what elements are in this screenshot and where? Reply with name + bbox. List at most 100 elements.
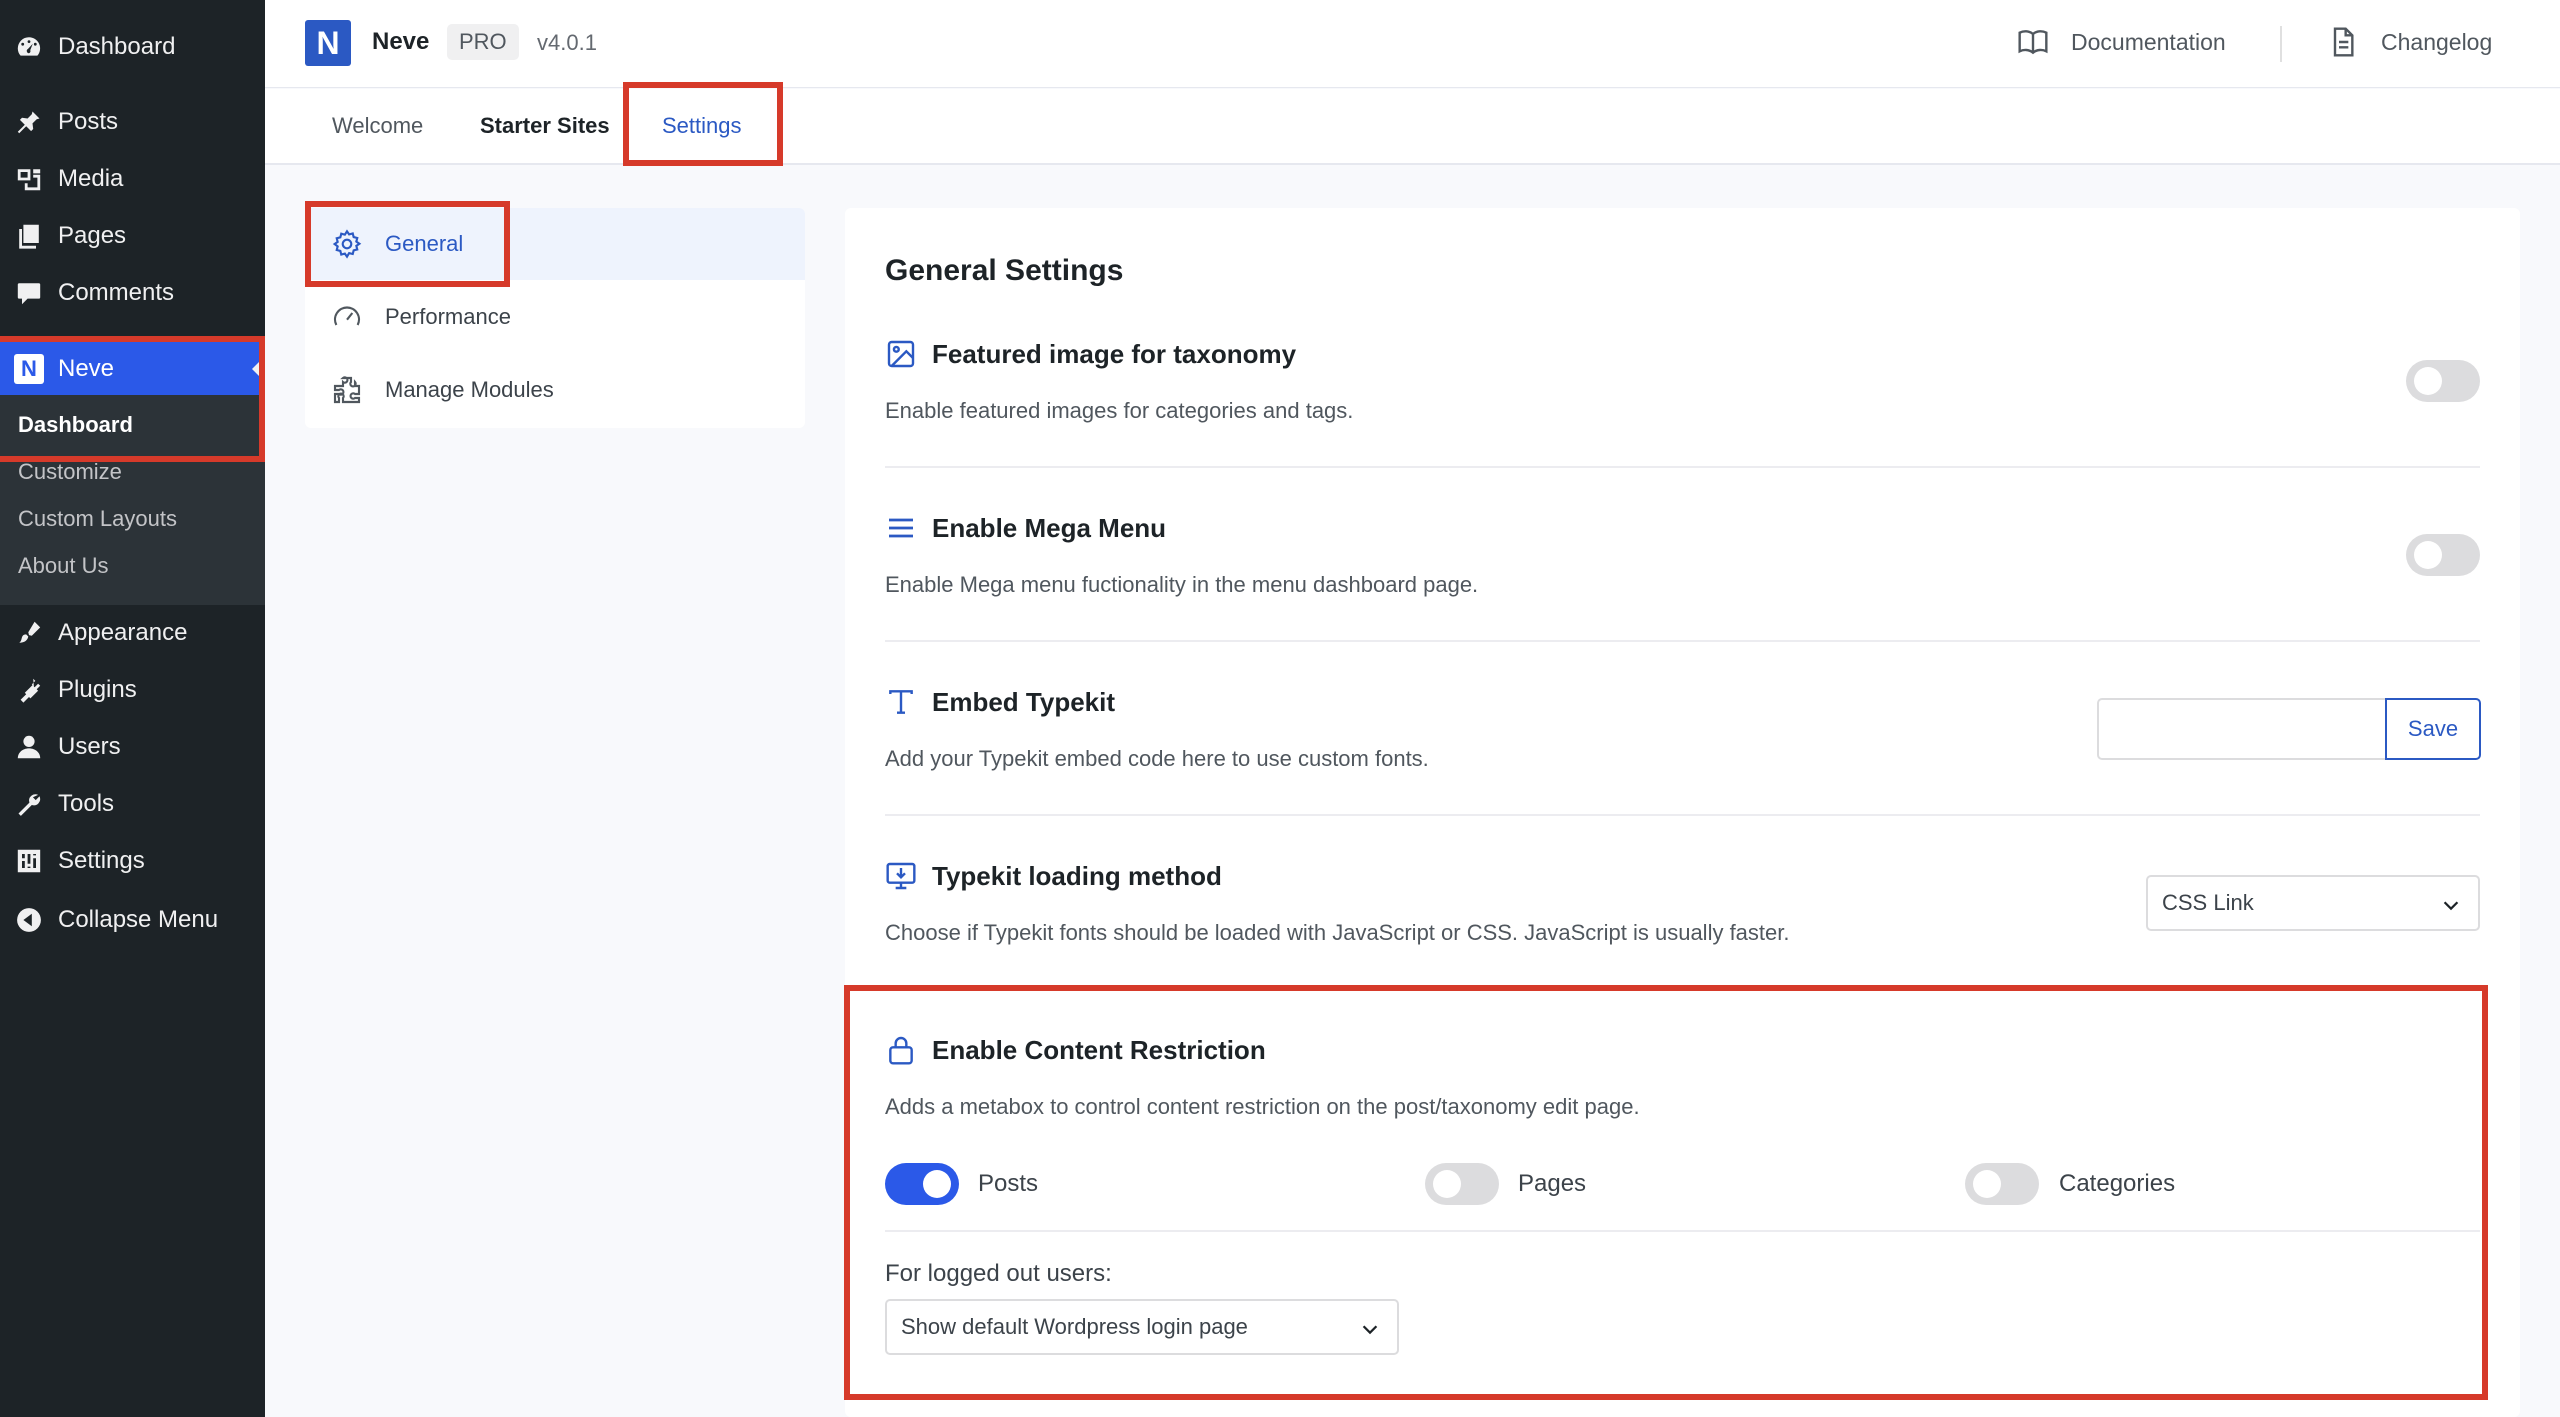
- tab-starter-sites[interactable]: Starter Sites: [480, 113, 610, 139]
- menu-appearance-label: Appearance: [58, 618, 188, 646]
- option-featured-image-desc: Enable featured images for categories an…: [885, 398, 1354, 423]
- option-typekit-title: Embed Typekit: [885, 686, 1115, 718]
- dashboard-tabs: Welcome Starter Sites Settings: [265, 89, 2560, 165]
- submenu-customize[interactable]: Customize: [0, 448, 265, 495]
- documentation-label: Documentation: [2071, 28, 2226, 55]
- brush-icon: [14, 618, 44, 648]
- general-settings-panel: General Settings Featured image for taxo…: [845, 208, 2520, 1417]
- gear-icon: [332, 229, 362, 259]
- monitor-download-icon: [886, 862, 916, 890]
- tab-settings[interactable]: Settings: [662, 113, 742, 139]
- toggle-knob: [1973, 1170, 2001, 1198]
- panel-title: General Settings: [885, 254, 1124, 287]
- menu-users[interactable]: Users: [0, 718, 265, 775]
- neve-header: N Neve PRO v4.0.1 Documentation Changelo…: [265, 0, 2560, 88]
- menu-posts-label: Posts: [58, 107, 119, 135]
- chevron-down-icon: [2443, 901, 2459, 911]
- media-icon: [14, 164, 44, 194]
- restrict-posts-toggle[interactable]: [885, 1163, 959, 1205]
- settings-nav-performance-label: Performance: [385, 304, 511, 329]
- settings-nav-performance[interactable]: Performance: [305, 281, 805, 353]
- neve-logo-icon: N: [14, 353, 44, 384]
- featured-image-toggle[interactable]: [2406, 360, 2480, 402]
- collapse-icon: [14, 905, 44, 935]
- dashboard-icon: [14, 32, 44, 62]
- pages-icon: [14, 221, 44, 251]
- restrict-posts-label: Posts: [978, 1170, 1039, 1197]
- logged-out-behavior-select[interactable]: Show default Wordpress login page: [885, 1299, 1399, 1355]
- option-typekit-desc: Add your Typekit embed code here to use …: [885, 746, 1429, 771]
- divider: [885, 640, 2480, 642]
- book-icon: [2018, 30, 2048, 55]
- neve-submenu: Dashboard Customize Custom Layouts About…: [0, 395, 265, 605]
- admin-sidebar: Dashboard Posts Media Pages Comments N N…: [0, 0, 265, 1417]
- restrict-categories-toggle[interactable]: [1965, 1163, 2039, 1205]
- settings-nav-manage-modules-label: Manage Modules: [385, 377, 554, 402]
- menu-tools-label: Tools: [58, 789, 115, 817]
- menu-posts[interactable]: Posts: [0, 93, 265, 150]
- neve-logo: N: [305, 20, 351, 66]
- divider: [885, 814, 2480, 816]
- option-mega-menu-desc: Enable Mega menu fuctionality in the men…: [885, 572, 1479, 597]
- lock-icon: [889, 1036, 913, 1065]
- menu-lines-icon: [889, 518, 913, 538]
- logged-out-users-label: For logged out users:: [885, 1260, 1112, 1287]
- gauge-icon: [333, 306, 361, 326]
- submenu-custom-layouts[interactable]: Custom Layouts: [0, 495, 265, 542]
- menu-neve-label: Neve: [58, 354, 115, 382]
- submenu-dashboard[interactable]: Dashboard: [0, 401, 265, 448]
- changelog-label: Changelog: [2381, 28, 2493, 55]
- user-icon: [14, 732, 44, 762]
- current-menu-arrow-icon: [252, 362, 259, 376]
- option-mega-menu-title: Enable Mega Menu: [885, 512, 1166, 544]
- toggle-knob: [923, 1170, 951, 1198]
- menu-dashboard[interactable]: Dashboard: [0, 18, 265, 75]
- restrict-categories-label: Categories: [2059, 1170, 2176, 1197]
- toggle-knob: [2414, 541, 2442, 569]
- settings-nav-general[interactable]: General: [305, 208, 805, 280]
- toggle-knob: [2414, 367, 2442, 395]
- changelog-link[interactable]: Changelog: [2327, 26, 2492, 58]
- pro-badge: PRO: [447, 24, 519, 60]
- menu-comments[interactable]: Comments: [0, 264, 265, 321]
- typekit-save-button[interactable]: Save: [2385, 698, 2481, 760]
- typekit-code-input[interactable]: [2097, 698, 2387, 760]
- option-content-restriction-desc: Adds a metabox to control content restri…: [885, 1094, 1640, 1119]
- restrict-pages-toggle[interactable]: [1425, 1163, 1499, 1205]
- option-content-restriction-title: Enable Content Restriction: [885, 1034, 1266, 1066]
- divider: [885, 1230, 2480, 1232]
- typekit-loading-selected: CSS Link: [2162, 890, 2254, 915]
- menu-plugins-label: Plugins: [58, 675, 137, 703]
- header-divider: [2280, 26, 2282, 62]
- plug-icon: [14, 675, 44, 705]
- image-icon: [887, 340, 915, 368]
- submenu-about-us[interactable]: About Us: [0, 542, 265, 589]
- documentation-link[interactable]: Documentation: [2017, 26, 2226, 58]
- option-typekit-loading-title: Typekit loading method: [885, 860, 1222, 892]
- settings-nav: General Performance Manage Modules: [305, 208, 805, 428]
- text-type-icon: [889, 690, 913, 714]
- restrict-pages-label: Pages: [1518, 1170, 1587, 1197]
- menu-plugins[interactable]: Plugins: [0, 661, 265, 718]
- menu-collapse-label: Collapse Menu: [58, 905, 219, 933]
- typekit-loading-select[interactable]: CSS Link: [2146, 875, 2480, 931]
- menu-media-label: Media: [58, 164, 124, 192]
- tab-welcome[interactable]: Welcome: [332, 113, 423, 139]
- menu-pages[interactable]: Pages: [0, 207, 265, 264]
- chevron-down-icon: [1362, 1325, 1378, 1335]
- menu-tools[interactable]: Tools: [0, 775, 265, 832]
- version-label: v4.0.1: [537, 30, 597, 55]
- divider: [885, 466, 2480, 468]
- brand-name: Neve: [372, 28, 430, 55]
- menu-media[interactable]: Media: [0, 150, 265, 207]
- menu-settings[interactable]: Settings: [0, 832, 265, 889]
- menu-collapse[interactable]: Collapse Menu: [0, 891, 265, 948]
- mega-menu-toggle[interactable]: [2406, 534, 2480, 576]
- menu-appearance[interactable]: Appearance: [0, 604, 265, 661]
- menu-comments-label: Comments: [58, 278, 175, 306]
- menu-neve[interactable]: N Neve: [0, 340, 265, 397]
- settings-nav-manage-modules[interactable]: Manage Modules: [305, 354, 805, 426]
- option-featured-image-title: Featured image for taxonomy: [885, 338, 1296, 370]
- toggle-knob: [1433, 1170, 1461, 1198]
- active-tab-indicator: [635, 161, 760, 164]
